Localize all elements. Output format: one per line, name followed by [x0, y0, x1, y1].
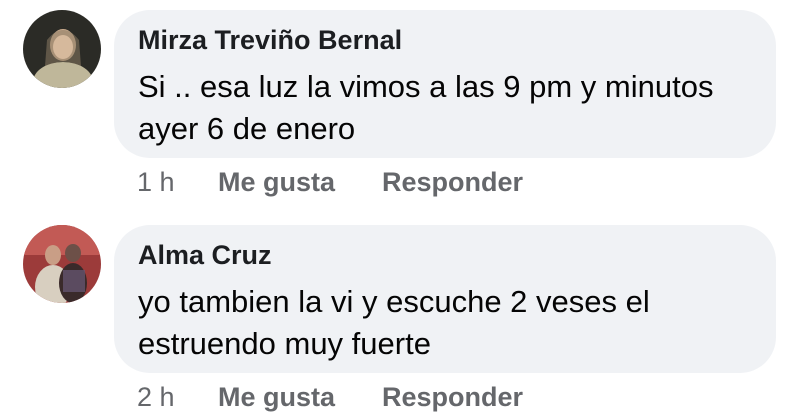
like-button[interactable]: Me gusta	[218, 167, 335, 198]
profile-photo-icon	[23, 10, 101, 88]
like-button[interactable]: Me gusta	[218, 382, 335, 413]
comment-author[interactable]: Mirza Treviño Bernal	[138, 25, 402, 56]
comment-time[interactable]: 1 h	[137, 167, 175, 198]
comment-time[interactable]: 2 h	[137, 382, 175, 413]
comment-text: Si .. esa luz la vimos a las 9 pm y minu…	[138, 69, 714, 146]
comment-author[interactable]: Alma Cruz	[138, 240, 272, 271]
comment-text: yo tambien la vi y escuche 2 veses el es…	[138, 284, 650, 361]
comment-bubble: Mirza Treviño Bernal Si .. esa luz la vi…	[114, 10, 776, 158]
avatar[interactable]	[23, 225, 101, 303]
comment-bubble: Alma Cruz yo tambien la vi y escuche 2 v…	[114, 225, 776, 373]
profile-photo-icon	[23, 225, 101, 303]
avatar[interactable]	[23, 10, 101, 88]
reply-button[interactable]: Responder	[382, 167, 523, 198]
reply-button[interactable]: Responder	[382, 382, 523, 413]
